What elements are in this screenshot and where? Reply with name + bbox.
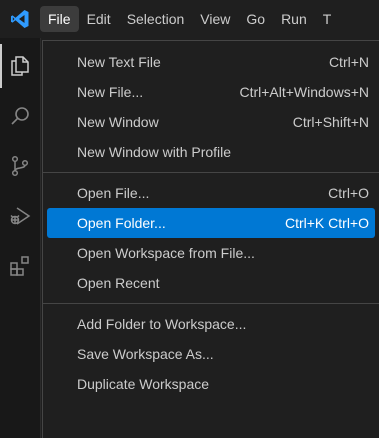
menu-item-new-text-file[interactable]: New Text File Ctrl+N [47,47,375,77]
menu-item-label: New Text File [77,54,161,70]
menu-item-shortcut: Ctrl+K Ctrl+O [284,215,369,231]
menu-item-label: Open Workspace from File... [77,245,255,261]
menu-item-label: Duplicate Workspace [77,376,210,392]
menu-item-open-file[interactable]: Open File... Ctrl+O [47,178,375,208]
menu-item-shortcut: Ctrl+Alt+Windows+N [239,84,369,100]
vscode-logo-icon [0,0,40,38]
menu-item-new-window-with-profile[interactable]: New Window with Profile [47,137,375,167]
menu-edit[interactable]: Edit [79,6,119,32]
menu-terminal[interactable]: T [315,6,340,32]
menu-go[interactable]: Go [238,6,273,32]
menu-item-label: Open Recent [77,275,160,291]
menu-item-add-folder-to-workspace[interactable]: Add Folder to Workspace... [47,309,375,339]
extensions-icon[interactable] [0,244,40,288]
menu-item-save-workspace-as[interactable]: Save Workspace As... [47,339,375,369]
active-indicator [0,44,2,88]
menu-item-label: Open File... [77,185,150,201]
run-debug-icon[interactable] [0,194,40,238]
activity-bar [0,38,41,438]
menu-item-open-workspace-from-file[interactable]: Open Workspace from File... [47,238,375,268]
explorer-icon[interactable] [0,44,40,88]
menu-run[interactable]: Run [273,6,315,32]
search-icon[interactable] [0,94,40,138]
menu-item-label: Add Folder to Workspace... [77,316,247,332]
menu-separator [43,172,379,173]
menu-separator [43,303,379,304]
menu-item-open-folder[interactable]: Open Folder... Ctrl+K Ctrl+O [47,208,375,238]
menu-item-label: New Window with Profile [77,144,232,160]
menu-bar: File Edit Selection View Go Run T [0,0,379,38]
file-menu-dropdown: New Text File Ctrl+N New File... Ctrl+Al… [42,40,379,438]
menu-item-label: Open Folder... [77,215,166,231]
menu-item-label: Save Workspace As... [77,346,214,362]
menu-item-label: New File... [77,84,144,100]
menu-item-duplicate-workspace[interactable]: Duplicate Workspace [47,369,375,399]
menu-view[interactable]: View [192,6,238,32]
source-control-icon[interactable] [0,144,40,188]
menu-item-new-file[interactable]: New File... Ctrl+Alt+Windows+N [47,77,375,107]
menu-item-shortcut: Ctrl+O [328,185,369,201]
menu-item-shortcut: Ctrl+N [328,54,369,70]
menu-file[interactable]: File [40,6,79,32]
menu-item-new-window[interactable]: New Window Ctrl+Shift+N [47,107,375,137]
menu-item-shortcut: Ctrl+Shift+N [292,114,369,130]
menu-item-label: New Window [77,114,159,130]
menu-item-open-recent[interactable]: Open Recent [47,268,375,298]
menu-selection[interactable]: Selection [119,6,193,32]
